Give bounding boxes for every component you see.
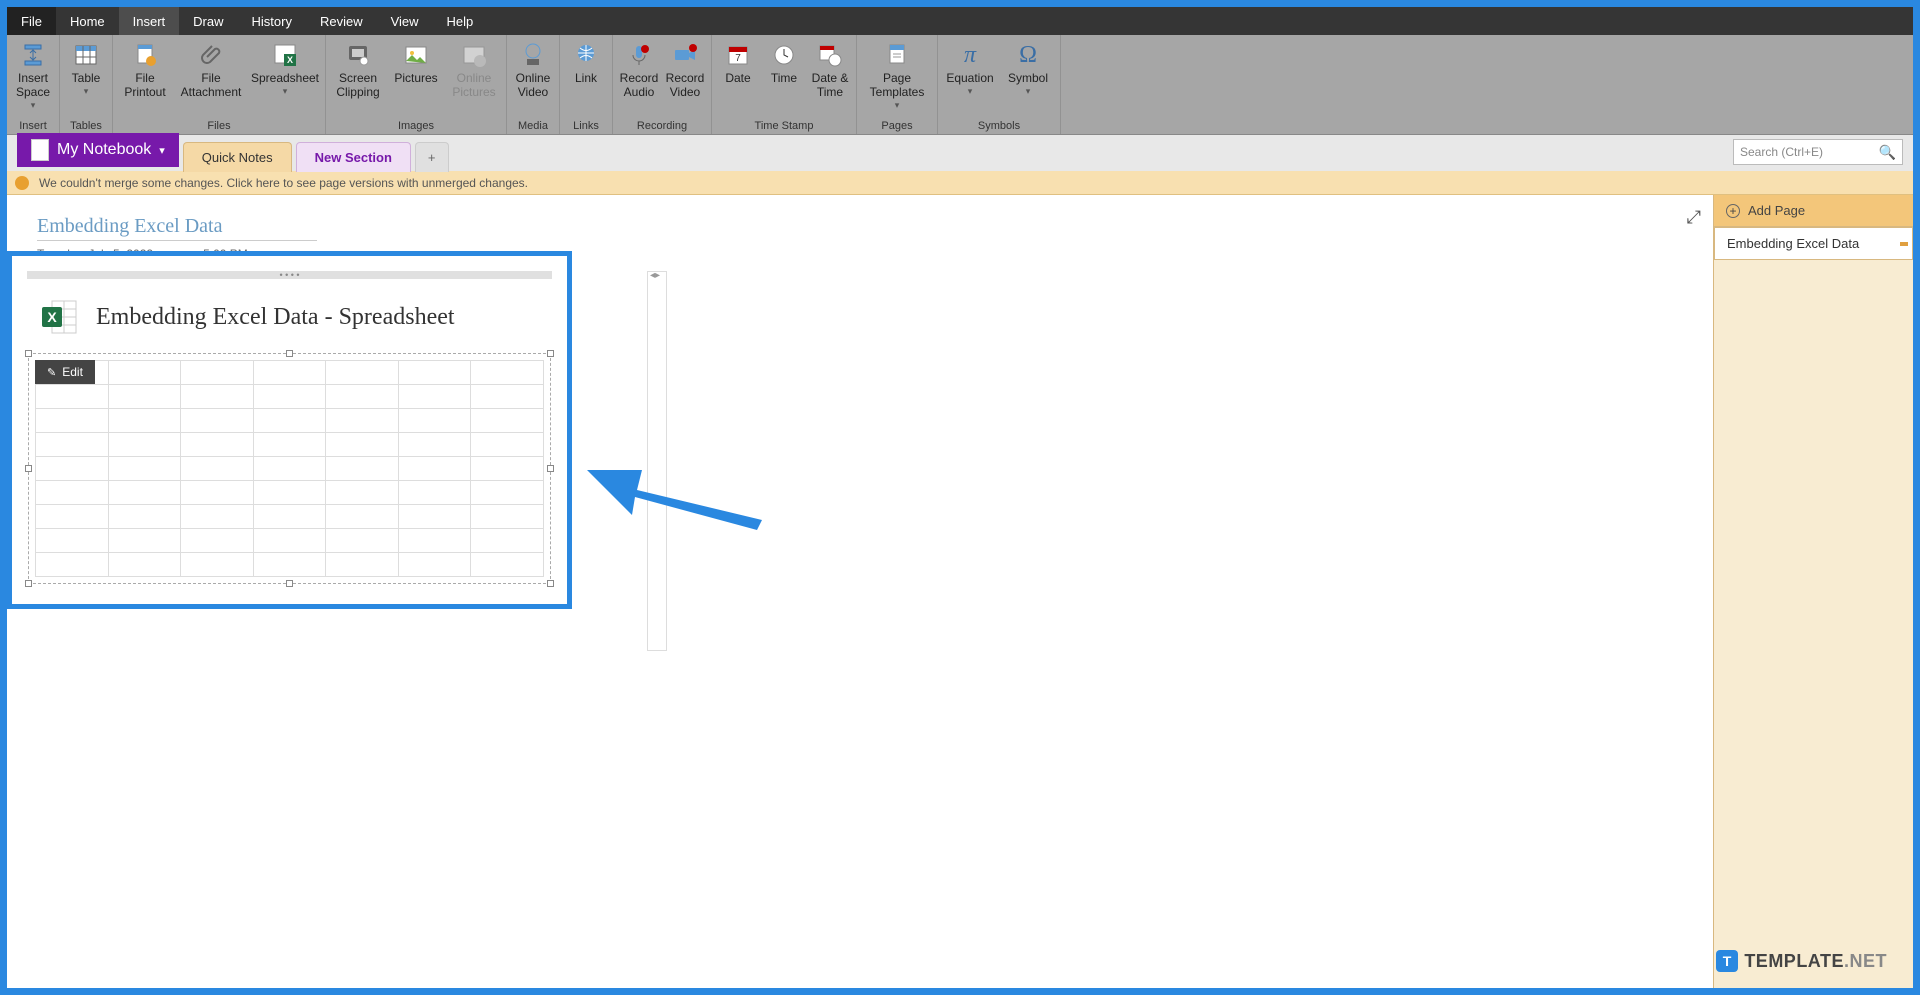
group-files-label: Files <box>117 118 321 134</box>
tab-new-section[interactable]: New Section <box>296 142 411 172</box>
pictures-icon <box>402 41 430 69</box>
clipping-icon <box>344 41 372 69</box>
group-recording-label: Recording <box>617 118 707 134</box>
page-panel: + Add Page Embedding Excel Data <box>1713 195 1913 988</box>
attachment-icon <box>197 41 225 69</box>
menu-draw[interactable]: Draw <box>179 7 237 35</box>
menu-insert[interactable]: Insert <box>119 7 180 35</box>
btn-online-video[interactable]: Online Video <box>511 37 555 103</box>
add-icon: + <box>1726 204 1740 218</box>
btn-screen-clipping[interactable]: Screen Clipping <box>330 37 386 103</box>
pencil-icon: ✎ <box>47 366 56 379</box>
group-insert-label: Insert <box>11 118 55 134</box>
file-printout-icon <box>131 41 159 69</box>
video-icon <box>519 41 547 69</box>
btn-symbol[interactable]: ΩSymbol▾ <box>1000 37 1056 99</box>
notebook-selector[interactable]: My Notebook ▾ <box>17 133 179 167</box>
equation-icon: π <box>956 41 984 69</box>
record-video-icon <box>671 41 699 69</box>
resize-handle[interactable] <box>547 580 554 587</box>
group-tables-label: Tables <box>64 118 108 134</box>
menu-review[interactable]: Review <box>306 7 377 35</box>
group-media-label: Media <box>511 118 555 134</box>
group-links-label: Links <box>564 118 608 134</box>
svg-text:7: 7 <box>735 53 741 64</box>
warning-icon <box>15 176 29 190</box>
btn-record-video[interactable]: Record Video <box>663 37 707 103</box>
symbol-icon: Ω <box>1014 41 1042 69</box>
link-icon <box>572 41 600 69</box>
search-box[interactable]: Search (Ctrl+E) 🔍 <box>1733 139 1903 165</box>
group-timestamp-label: Time Stamp <box>716 118 852 134</box>
time-icon <box>770 41 798 69</box>
insert-space-icon <box>19 41 47 69</box>
online-pictures-icon <box>460 41 488 69</box>
btn-page-templates[interactable]: Page Templates▾ <box>861 37 933 113</box>
resize-handle[interactable] <box>286 350 293 357</box>
svg-text:X: X <box>47 309 57 325</box>
btn-link[interactable]: Link <box>564 37 608 89</box>
notebook-bar: My Notebook ▾ Quick Notes New Section + … <box>7 135 1913 171</box>
btn-equation[interactable]: πEquation▾ <box>942 37 998 99</box>
date-icon: 7 <box>724 41 752 69</box>
btn-date[interactable]: 7Date <box>716 37 760 89</box>
btn-pictures[interactable]: Pictures <box>388 37 444 89</box>
btn-spreadsheet[interactable]: XSpreadsheet▾ <box>249 37 321 99</box>
menu-history[interactable]: History <box>238 7 306 35</box>
ribbon-insert: Insert Space▾ Insert Table▾ Tables File … <box>7 35 1913 135</box>
btn-time[interactable]: Time <box>762 37 806 89</box>
tab-add-section[interactable]: + <box>415 142 449 172</box>
btn-online-pictures: Online Pictures <box>446 37 502 103</box>
notebook-icon <box>31 139 49 161</box>
resize-handle[interactable] <box>547 350 554 357</box>
resize-handle[interactable] <box>547 465 554 472</box>
grip-icon: ◂▸ <box>650 270 660 281</box>
btn-date-time[interactable]: Date & Time <box>808 37 852 103</box>
add-page-button[interactable]: + Add Page <box>1714 195 1913 227</box>
edit-spreadsheet-button[interactable]: ✎ Edit <box>35 360 95 384</box>
expand-icon[interactable]: ⤢ <box>1687 207 1701 228</box>
page-title[interactable]: Embedding Excel Data <box>37 215 317 241</box>
svg-text:X: X <box>287 55 293 65</box>
spreadsheet-icon: X <box>271 41 299 69</box>
annotation-arrow <box>587 455 767 545</box>
group-pages-label: Pages <box>861 118 933 134</box>
group-symbols-label: Symbols <box>942 118 1056 134</box>
watermark: T TEMPLATE.NET <box>1716 950 1887 972</box>
resize-handle[interactable] <box>25 465 32 472</box>
search-icon: 🔍 <box>1879 144 1896 161</box>
embedded-spreadsheet-highlight: • • • • X Embedding Excel Data - Spreads… <box>7 251 572 609</box>
menu-file[interactable]: File <box>7 7 56 35</box>
merge-info-bar[interactable]: We couldn't merge some changes. Click he… <box>7 171 1913 195</box>
excel-icon: X <box>42 299 78 335</box>
embed-title-row: X Embedding Excel Data - Spreadsheet <box>22 287 557 353</box>
resize-handle[interactable] <box>25 580 32 587</box>
infobar-message: We couldn't merge some changes. Click he… <box>39 176 528 190</box>
tab-quick-notes[interactable]: Quick Notes <box>183 142 292 172</box>
container-drag-handle[interactable]: • • • • <box>27 271 552 279</box>
page-list-item[interactable]: Embedding Excel Data <box>1714 227 1913 260</box>
btn-table[interactable]: Table▾ <box>64 37 108 99</box>
spreadsheet-selection[interactable]: ✎ Edit <box>28 353 551 584</box>
embedded-sheet-grid[interactable] <box>35 360 544 577</box>
menu-bar: File Home Insert Draw History Review Vie… <box>7 7 1913 35</box>
btn-record-audio[interactable]: Record Audio <box>617 37 661 103</box>
resize-handle[interactable] <box>286 580 293 587</box>
resize-handle[interactable] <box>25 350 32 357</box>
search-placeholder: Search (Ctrl+E) <box>1740 145 1823 159</box>
datetime-icon <box>816 41 844 69</box>
template-icon <box>883 41 911 69</box>
watermark-logo-icon: T <box>1716 950 1738 972</box>
menu-home[interactable]: Home <box>56 7 119 35</box>
menu-help[interactable]: Help <box>433 7 488 35</box>
embed-title-text: Embedding Excel Data - Spreadsheet <box>96 304 455 331</box>
btn-insert-space[interactable]: Insert Space▾ <box>11 37 55 113</box>
menu-view[interactable]: View <box>377 7 433 35</box>
btn-file-attachment[interactable]: File Attachment <box>175 37 247 103</box>
group-images-label: Images <box>330 118 502 134</box>
page-canvas[interactable]: Embedding Excel Data Tuesday, July 5, 20… <box>7 195 1713 988</box>
btn-file-printout[interactable]: File Printout <box>117 37 173 103</box>
table-icon <box>72 41 100 69</box>
audio-icon <box>625 41 653 69</box>
